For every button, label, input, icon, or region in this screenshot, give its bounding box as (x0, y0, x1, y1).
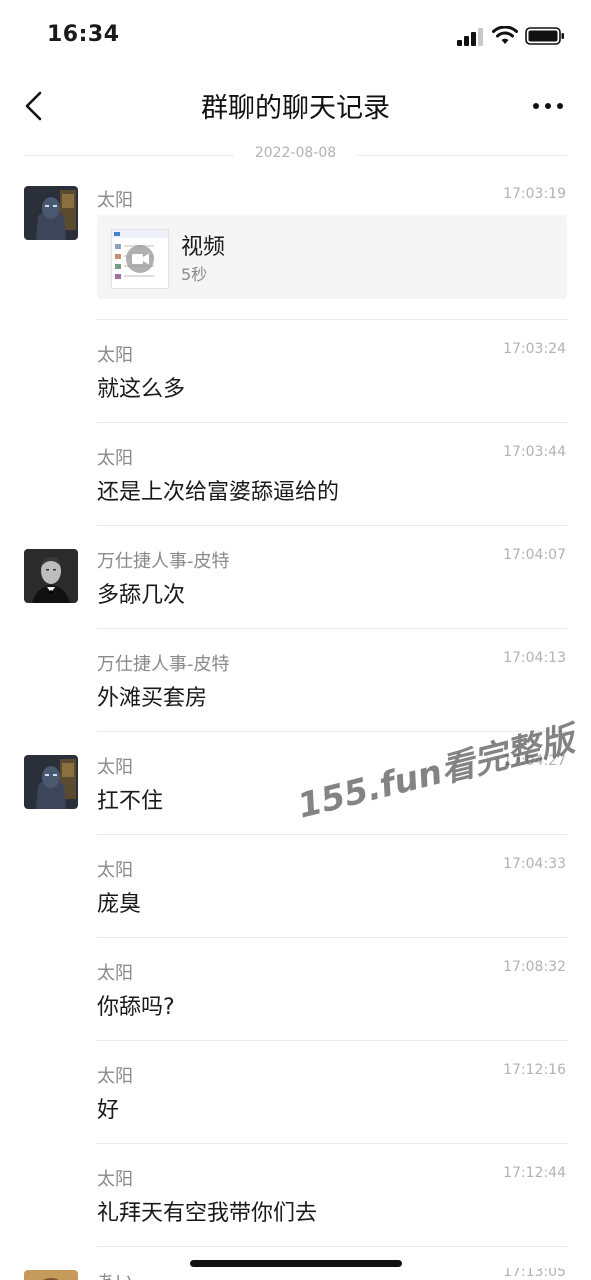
sender-name: 太阳 (97, 345, 133, 366)
video-duration: 5秒 (181, 265, 208, 284)
message-item: 万仕捷人事-皮特 17:04:13 外滩买套房 (0, 650, 591, 732)
message-item: 太阳 17:03:19 视频 5秒 (0, 186, 591, 320)
message-text: 庞臭 (97, 892, 142, 917)
more-options-icon[interactable] (530, 92, 566, 120)
sender-name: 万仕捷人事-皮特 (97, 551, 230, 572)
video-thumbnail (111, 229, 169, 289)
message-separator (97, 1040, 567, 1041)
avatar[interactable] (24, 1270, 78, 1280)
message-text: 就这么多 (97, 377, 186, 402)
message-time: 17:04:33 (503, 856, 566, 872)
message-separator (97, 834, 567, 835)
nav-bar: 群聊的聊天记录 (0, 74, 591, 138)
message-item: 太阳 17:08:32 你舔吗? (0, 959, 591, 1041)
video-message-card[interactable]: 视频 5秒 (97, 215, 567, 299)
message-time: 17:08:32 (503, 959, 566, 975)
message-separator (97, 422, 567, 423)
message-separator (97, 1246, 567, 1247)
message-item: あい 17:13:05 (0, 1268, 591, 1280)
message-separator (97, 1143, 567, 1144)
message-separator (97, 525, 567, 526)
sender-name: 万仕捷人事-皮特 (97, 654, 230, 675)
message-time: 17:03:44 (503, 444, 566, 460)
page-title: 群聊的聊天记录 (201, 93, 390, 124)
divider-line (357, 155, 567, 156)
message-text: 扛不住 (97, 789, 164, 814)
message-time: 17:13:05 (503, 1268, 566, 1280)
message-text: 好 (97, 1098, 120, 1123)
message-time: 17:12:44 (503, 1165, 566, 1181)
message-separator (97, 628, 567, 629)
message-time: 17:12:16 (503, 1062, 566, 1078)
sender-name: 太阳 (97, 757, 133, 778)
sender-name: 太阳 (97, 448, 133, 469)
message-time: 17:04:13 (503, 650, 566, 666)
message-time: 17:03:24 (503, 341, 566, 357)
message-time: 17:03:19 (503, 186, 566, 202)
video-title: 视频 (181, 235, 226, 260)
status-bar: 16:34 (0, 0, 591, 74)
message-item: 太阳 17:03:44 还是上次给富婆舔逼给的 (0, 444, 591, 526)
message-item: 太阳 17:03:24 就这么多 (0, 341, 591, 423)
sender-name: 太阳 (97, 860, 133, 881)
cellular-signal-icon (457, 28, 483, 46)
sender-name: あい (97, 1268, 133, 1280)
date-divider: 2022-08-08 (24, 145, 567, 165)
message-separator (97, 319, 567, 320)
message-text: 还是上次给富婆舔逼给的 (97, 480, 340, 505)
avatar[interactable] (24, 755, 78, 809)
message-text: 你舔吗? (97, 995, 175, 1020)
message-text: 多舔几次 (97, 583, 186, 608)
home-indicator[interactable] (190, 1260, 402, 1267)
message-text: 外滩买套房 (97, 686, 208, 711)
message-item: 万仕捷人事-皮特 17:04:07 多舔几次 (0, 547, 591, 629)
avatar[interactable] (24, 549, 78, 603)
avatar[interactable] (24, 186, 78, 240)
status-time: 16:34 (47, 22, 120, 47)
sender-name: 太阳 (97, 1169, 133, 1190)
date-label: 2022-08-08 (254, 145, 337, 161)
message-item: 太阳 17:12:16 好 (0, 1062, 591, 1144)
battery-icon (525, 27, 564, 45)
sender-name: 太阳 (97, 1066, 133, 1087)
message-separator (97, 937, 567, 938)
message-item: 太阳 17:04:33 庞臭 (0, 856, 591, 938)
message-item: 太阳 17:12:44 礼拜天有空我带你们去 (0, 1165, 591, 1247)
sender-name: 太阳 (97, 963, 133, 984)
wifi-icon (492, 26, 518, 44)
message-text: 礼拜天有空我带你们去 (97, 1201, 318, 1226)
message-time: 17:04:07 (503, 547, 566, 563)
sender-name: 太阳 (97, 190, 133, 211)
